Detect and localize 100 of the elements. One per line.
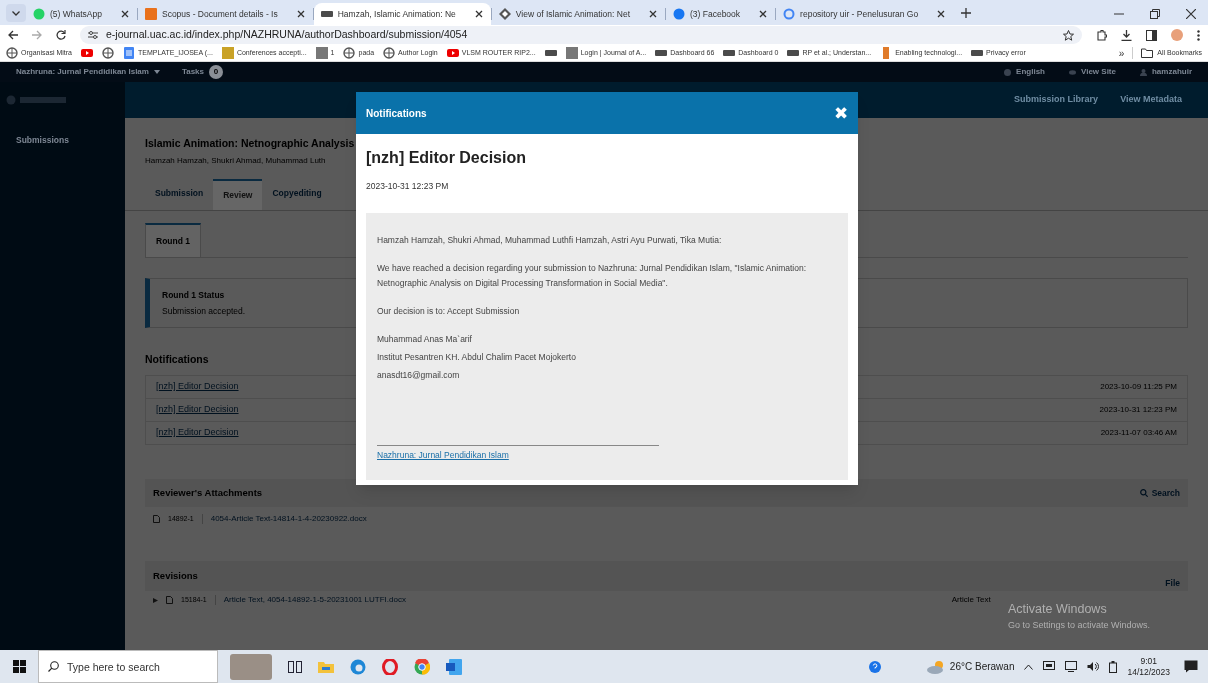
search-field[interactable]: Type here to search (38, 650, 218, 683)
windows-logo-icon (12, 660, 26, 673)
submission-title: Islamic Animation: Netnographic Analysis (145, 136, 355, 151)
notification-date: 2023-10-31 12:23 PM (1099, 404, 1177, 416)
close-icon[interactable] (937, 10, 946, 18)
star-icon[interactable] (1063, 29, 1074, 41)
round-tab[interactable]: Round 1 (145, 222, 201, 258)
message-text: Muhammad Anas Ma`arif (377, 332, 473, 346)
more-bookmarks-button[interactable]: » (1118, 45, 1125, 61)
activation-title: Activate Windows (1008, 601, 1107, 618)
ring-icon[interactable] (382, 658, 398, 675)
restore-icon[interactable] (1150, 9, 1160, 19)
user-icon (1140, 68, 1147, 76)
message-text: Institut Pesantren KH. Abdul Chalim Pacet Mojokerto (377, 350, 577, 364)
clock[interactable]: 9:01 14/12/2023 (1127, 655, 1170, 678)
message-subject: [nzh] Editor Decision (365, 148, 527, 168)
network-icon[interactable] (1065, 661, 1078, 672)
count-badge: 0 (209, 65, 223, 79)
puzzle-icon[interactable] (1096, 29, 1107, 41)
search-icon (48, 661, 59, 672)
message-text: We have reached a decision regarding your submission to Nazhruna: Jurnal Pendidikan Islam, "Islamic Animation: Netnographic Analysis on Digital Processing Transformation in Social Media". (377, 261, 808, 290)
help-icon[interactable] (868, 660, 881, 673)
header-link[interactable]: Submission Library (1014, 93, 1099, 107)
notification-icon[interactable] (1184, 660, 1198, 673)
browser-tab[interactable]: repository uir - Penelusuran Go (776, 3, 954, 25)
bookmark[interactable] (80, 47, 93, 59)
circle-icon (673, 8, 685, 20)
journal-switcher[interactable]: Nazhruna: Jurnal Pendidikan Islam (16, 66, 160, 78)
view-site-link[interactable]: View Site (1069, 66, 1116, 78)
close-icon[interactable] (474, 10, 483, 18)
eye-icon (1069, 68, 1076, 76)
language-link[interactable]: English (1004, 66, 1045, 78)
globe-icon (383, 47, 396, 59)
close-icon[interactable] (649, 10, 657, 18)
browser-icon[interactable] (350, 658, 366, 675)
tile-icon (221, 47, 234, 59)
caret-icon (153, 70, 160, 74)
message-text: Hamzah Hamzah, Shukri Ahmad, Muhammad Luthfi Hamzah, Astri Ayu Purwati, Tika Mutia: (377, 233, 723, 247)
ring-icon (783, 8, 796, 20)
close-icon[interactable] (759, 10, 768, 18)
expand-icon[interactable] (153, 597, 158, 603)
section-heading: Reviewer's Attachments (153, 485, 263, 500)
speaker-icon[interactable] (1087, 661, 1100, 672)
square-icon (144, 8, 157, 20)
tile-icon (565, 47, 578, 59)
close-icon[interactable] (296, 10, 305, 18)
diamond-icon (498, 8, 511, 20)
tile-icon (315, 47, 328, 59)
site-settings-icon[interactable] (88, 31, 98, 39)
folder-icon (1141, 48, 1154, 58)
tasks-button[interactable]: Tasks 0 (181, 65, 223, 79)
browser-tab[interactable]: Hamzah, Islamic Animation: Ne (313, 3, 491, 25)
chat-bubble-icon (33, 8, 45, 20)
task-view-icon[interactable] (288, 660, 302, 673)
download-icon[interactable] (1121, 29, 1132, 41)
browser-icon[interactable] (414, 658, 430, 675)
close-button[interactable]: ✖ (834, 104, 848, 122)
status-text: Submission accepted. (162, 304, 246, 318)
file-icon (153, 515, 160, 523)
side-panel-icon[interactable] (1146, 29, 1157, 41)
globe-icon (6, 47, 18, 59)
activation-text: Go to Settings to activate Windows. (1008, 618, 1151, 632)
document-app-icon[interactable] (446, 658, 462, 675)
message-text: anasdt16@gmail.com (377, 368, 461, 382)
sidebar-item[interactable]: Submissions (16, 128, 69, 153)
file-type: Article Text (951, 594, 991, 606)
menu-icon[interactable] (1197, 29, 1200, 41)
dialog-title: Notifications (366, 106, 427, 121)
new-tab-icon[interactable] (961, 8, 972, 18)
globe-icon (101, 47, 114, 59)
cloud-sun-icon (926, 659, 945, 674)
bookmark[interactable] (101, 47, 114, 59)
search-icon (1139, 489, 1148, 497)
globe-icon (1004, 68, 1012, 76)
battery-icon[interactable] (1109, 660, 1118, 673)
author-list: Hamzah Hamzah, Shukri Ahmad, Muhammad Luth (145, 154, 326, 167)
back-icon[interactable] (8, 30, 18, 40)
close-icon[interactable] (120, 10, 129, 18)
reload-icon[interactable] (56, 30, 66, 40)
notification-date: 2023-11-07 03:46 AM (1100, 427, 1177, 439)
status-title: Round 1 Status (162, 289, 225, 302)
file-icon (166, 596, 173, 604)
caret-icon (12, 10, 20, 16)
message-text: Our decision is to: Accept Submission (377, 304, 521, 318)
tab-list-button[interactable] (6, 4, 26, 22)
header-link[interactable]: View Metadata (1120, 93, 1182, 107)
user-menu[interactable]: hamzahuir (1140, 66, 1192, 78)
message-date: 2023-10-31 12:23 PM (365, 180, 450, 193)
folder-icon[interactable] (318, 660, 334, 673)
browser-tab[interactable]: (5) WhatsApp (26, 3, 137, 25)
caret-icon[interactable] (1024, 663, 1034, 670)
section-heading: Revisions (153, 568, 198, 583)
browser-tab[interactable]: Scopus - Document details - Is (137, 3, 313, 25)
close-icon[interactable] (1186, 9, 1196, 19)
address-bar[interactable]: e-journal.uac.ac.id/index.php/NAZHRUNA/authorDashboard/submission/4054 (80, 26, 1082, 44)
browser-tab[interactable]: (3) Facebook (666, 3, 776, 25)
browser-tab[interactable]: View of Islamic Animation: Net (491, 3, 665, 25)
notification-date: 2023-10-09 11:25 PM (1100, 381, 1177, 393)
journal-link[interactable]: Nazhruna: Jurnal Pendidikan Islam (377, 449, 509, 462)
weather-widget[interactable]: 26°C Berawan (926, 659, 1015, 674)
